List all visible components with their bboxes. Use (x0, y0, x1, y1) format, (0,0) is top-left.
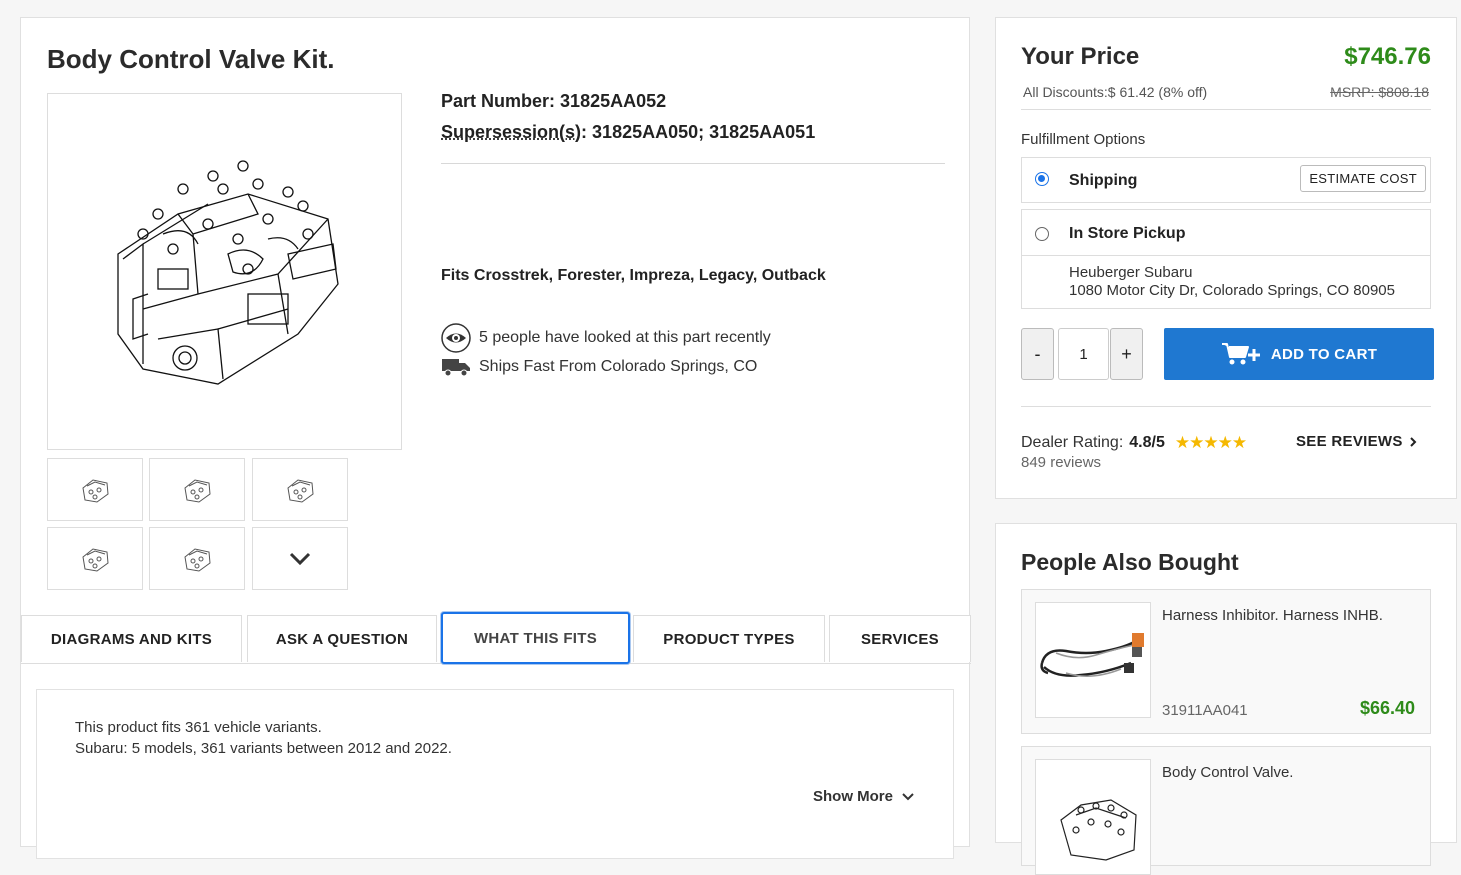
product-part-number: 31911AA041 (1162, 702, 1248, 719)
thumbnail-2[interactable] (149, 458, 245, 521)
thumbnail-1[interactable] (47, 458, 143, 521)
pickup-label: In Store Pickup (1069, 225, 1186, 242)
product-image[interactable] (1035, 759, 1151, 875)
your-price-label: Your Price (1021, 43, 1140, 70)
fulfillment-label: Fulfillment Options (1021, 131, 1146, 148)
reviews-count: 849 reviews (1021, 454, 1102, 471)
product-panel: Body Control Valve Kit. Part Number: 318… (20, 17, 971, 859)
part-number-label: Part Number: (441, 91, 556, 111)
estimate-cost-button[interactable]: ESTIMATE COST (1300, 165, 1426, 192)
dealer-rating-label: Dealer Rating: (1021, 434, 1124, 451)
dealer-rating: Dealer Rating: 4.8/5 ★★★★★ (1021, 433, 1247, 453)
product-main-image[interactable] (47, 93, 402, 450)
product-name: Harness Inhibitor. Harness INHB. (1162, 607, 1383, 624)
add-to-cart-button[interactable]: ADD TO CART (1164, 328, 1434, 380)
supersession-value: : 31825AA050; 31825AA051 (581, 122, 816, 142)
tab-services[interactable]: SERVICES (829, 615, 971, 662)
product-card[interactable]: Body Control Valve. (1021, 746, 1431, 875)
thumbnail-drawing (184, 478, 211, 503)
see-reviews-label: SEE REVIEWS (1296, 433, 1403, 450)
divider (1021, 406, 1431, 407)
chevron-down-icon (289, 552, 311, 565)
show-more-button[interactable]: Show More (813, 788, 915, 805)
thumbnail-drawing (82, 547, 109, 572)
store-address: 1080 Motor City Dr, Colorado Springs, CO… (1069, 282, 1395, 299)
pickup-option[interactable]: In Store Pickup Heuberger Subaru 1080 Mo… (1021, 209, 1431, 309)
truck-icon (442, 359, 470, 377)
tab-ask-a-question[interactable]: ASK A QUESTION (247, 615, 437, 662)
valve-body-drawing (1060, 799, 1137, 861)
more-thumbnails-button[interactable] (252, 527, 348, 590)
tab-product-types[interactable]: PRODUCT TYPES (633, 615, 825, 662)
divider (441, 163, 945, 164)
shipping-radio[interactable] (1035, 172, 1049, 186)
shipping-row: Ships Fast From Colorado Springs, CO (441, 356, 757, 378)
people-also-bought-panel: People Also Bought Harness Inhibitor. Ha… (995, 523, 1457, 875)
pickup-radio[interactable] (1035, 227, 1049, 241)
price-panel: Your Price $746.76 All Discounts:$ 61.42… (995, 17, 1457, 499)
dealer-rating-value: 4.8/5 (1129, 434, 1165, 451)
product-card[interactable]: Harness Inhibitor. Harness INHB. 31911AA… (1021, 589, 1431, 734)
star-rating-icon: ★★★★★ (1174, 433, 1247, 452)
thumbnail-drawing (184, 547, 211, 572)
quantity-decrease-button[interactable]: - (1021, 328, 1054, 380)
shipping-label: Shipping (1069, 172, 1138, 189)
see-reviews-link[interactable]: SEE REVIEWS (1296, 433, 1417, 450)
thumbnail-drawing (287, 478, 314, 503)
product-price: $66.40 (1359, 698, 1415, 718)
thumbnail-4[interactable] (47, 527, 143, 590)
eye-icon (441, 323, 471, 353)
price: $746.76 (1344, 43, 1431, 70)
ships-text: Ships Fast From Colorado Springs, CO (479, 358, 758, 375)
fits-variant-count: This product fits 361 vehicle variants. (75, 719, 322, 736)
store-info: Heuberger Subaru 1080 Motor City Dr, Col… (1022, 256, 1430, 309)
views-text: 5 people have looked at this part recent… (479, 329, 771, 346)
thumbnail-drawing (82, 478, 109, 503)
thumbnail-5[interactable] (149, 527, 245, 590)
chevron-right-icon (1409, 436, 1417, 447)
product-image[interactable] (1035, 602, 1151, 718)
part-number: Part Number: 31825AA052 (441, 91, 666, 112)
thumbnail-3[interactable] (252, 458, 348, 521)
supersession: Supersession(s): 31825AA050; 31825AA051 (441, 122, 815, 143)
what-this-fits-panel: This product fits 361 vehicle variants. … (36, 689, 954, 859)
product-name: Body Control Valve. (1162, 764, 1294, 781)
show-more-label: Show More (812, 788, 893, 805)
msrp: MSRP: $808.18 (1330, 84, 1429, 100)
cart-add-icon (1221, 343, 1260, 365)
tab-what-this-fits[interactable]: WHAT THIS FITS (441, 612, 630, 664)
divider (1021, 109, 1431, 110)
quantity-increase-button[interactable]: + (1110, 328, 1143, 380)
tab-diagrams-and-kits[interactable]: DIAGRAMS AND KITS (21, 615, 242, 662)
valve-body-drawing (117, 160, 339, 385)
part-number-value: 31825AA052 (560, 91, 667, 111)
fits-model-summary: Subaru: 5 models, 361 variants between 2… (75, 740, 452, 757)
discounts: All Discounts:$ 61.42 (8% off) (1023, 84, 1208, 100)
wire-harness-drawing (1040, 633, 1144, 677)
product-tabs: DIAGRAMS AND KITS ASK A QUESTION WHAT TH… (21, 612, 971, 664)
chevron-down-icon (902, 792, 914, 800)
fits-summary: Fits Crosstrek, Forester, Impreza, Legac… (441, 267, 826, 284)
section-title: People Also Bought (1021, 549, 1239, 575)
shipping-option[interactable]: Shipping ESTIMATE COST (1021, 157, 1431, 203)
supersession-label: Supersession(s) (441, 122, 582, 142)
views-row: 5 people have looked at this part recent… (441, 323, 771, 353)
quantity-input[interactable] (1058, 328, 1109, 380)
add-to-cart-label: ADD TO CART (1270, 345, 1378, 363)
store-name: Heuberger Subaru (1069, 264, 1193, 281)
page-title: Body Control Valve Kit. (47, 44, 335, 74)
